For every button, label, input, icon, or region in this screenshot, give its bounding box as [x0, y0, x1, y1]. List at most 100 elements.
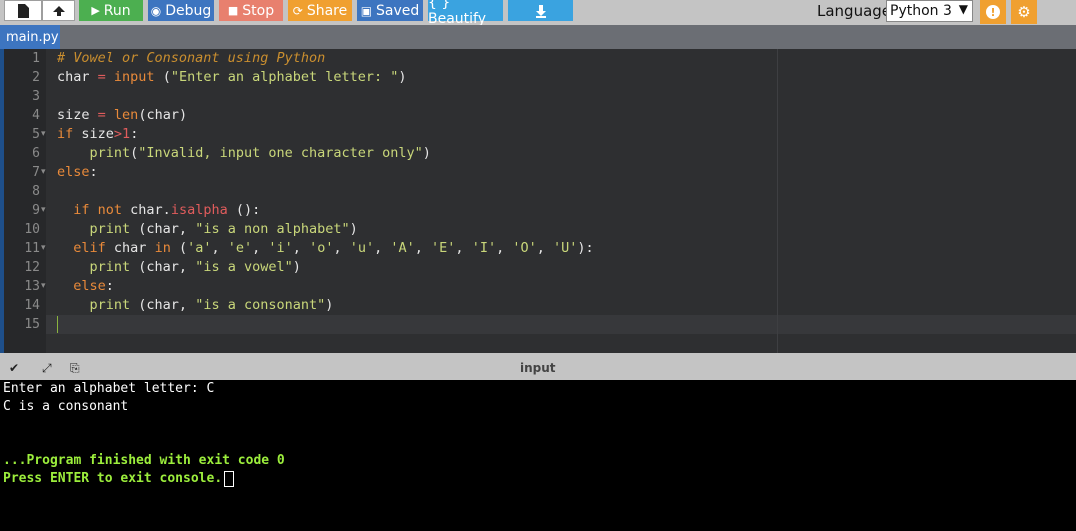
tab-main-py[interactable]: main.py — [0, 25, 60, 49]
code-token: char — [105, 240, 155, 256]
code-line-4: size = len(char) — [57, 106, 187, 125]
language-value: Python 3 — [890, 3, 952, 19]
line-number: 2 — [32, 70, 40, 85]
fold-toggle-icon[interactable]: ▾ — [41, 239, 46, 258]
code-token: = — [97, 69, 106, 85]
code-token: # Vowel or Consonant using Python — [57, 50, 326, 66]
code-line-12: print (char, "is a vowel") — [57, 258, 301, 277]
beautify-label: { } Beautify — [428, 0, 487, 27]
code-token: else — [73, 278, 106, 294]
line-number: 11 — [24, 241, 40, 256]
code-token: 'e' — [227, 240, 253, 256]
line-number: 7 — [32, 165, 40, 180]
code-token: print — [89, 259, 131, 275]
fold-toggle-icon[interactable]: ▾ — [41, 277, 46, 296]
active-line-highlight — [46, 315, 1076, 334]
code-token: 'u' — [349, 240, 375, 256]
line-number: 1 — [32, 51, 40, 66]
code-line-14: print (char, "is a consonant") — [57, 296, 334, 315]
file-icon — [18, 3, 29, 18]
line-number: 15 — [24, 317, 40, 332]
debug-icon: ◉ — [150, 3, 162, 18]
code-line-5: if size>1: — [57, 125, 138, 144]
code-token: 1 — [122, 126, 131, 142]
code-line-9: if not char.isalpha (): — [57, 201, 260, 220]
code-token: , — [414, 240, 432, 256]
info-button[interactable]: ! — [980, 0, 1006, 24]
console-prompt-line: Press ENTER to exit console. — [3, 470, 235, 488]
code-token: > — [113, 126, 123, 142]
code-token: if not — [73, 202, 123, 218]
code-token: 'U' — [553, 240, 578, 256]
text-caret — [57, 316, 58, 333]
saved-label: Saved — [376, 2, 420, 19]
stop-button[interactable]: ■ Stop — [219, 0, 283, 21]
toolbar: ▶ Run ◉ Debug ■ Stop ⟳ Share ▣ Saved { }… — [0, 0, 1076, 27]
run-button[interactable]: ▶ Run — [79, 0, 143, 21]
run-label: Run — [103, 2, 131, 19]
beautify-button[interactable]: { } Beautify — [428, 0, 503, 27]
fold-toggle-icon[interactable]: ▾ — [41, 125, 46, 144]
code-line-1: # Vowel or Consonant using Python — [57, 49, 325, 68]
code-token: = — [97, 107, 106, 123]
copy-icon[interactable]: ⎘ — [70, 361, 80, 376]
code-token: "Enter an alphabet letter: " — [170, 69, 399, 85]
line-number: 4 — [32, 108, 40, 123]
share-button[interactable]: ⟳ Share — [288, 0, 352, 21]
code-token: (char, — [130, 297, 196, 313]
collapse-icon[interactable]: ✔ — [9, 361, 19, 375]
code-token: "Invalid, input one character only" — [138, 145, 423, 161]
saved-button[interactable]: ▣ Saved — [357, 0, 423, 21]
code-token: print — [89, 221, 131, 237]
expand-icon[interactable]: ⤢ — [42, 361, 52, 376]
line-number: 10 — [24, 222, 40, 237]
new-file-button[interactable] — [4, 0, 42, 21]
file-tab-bar: main.py — [0, 25, 1076, 49]
code-token: (): — [227, 202, 261, 218]
console-title: input — [520, 361, 556, 375]
code-token: size — [73, 126, 114, 142]
code-line-6: print("Invalid, input one character only… — [57, 144, 431, 163]
code-token: : — [130, 126, 139, 142]
info-icon: ! — [986, 5, 1000, 19]
code-token: "is a consonant" — [195, 297, 326, 313]
fold-toggle-icon[interactable]: ▾ — [41, 201, 46, 220]
tab-filename: main.py — [6, 29, 59, 45]
code-token: "is a vowel" — [195, 259, 293, 275]
code-token: , — [455, 240, 472, 256]
gear-icon: ⚙ — [1017, 3, 1031, 21]
code-token: ( — [170, 240, 188, 256]
code-line-13: else: — [57, 277, 114, 296]
debug-button[interactable]: ◉ Debug — [148, 0, 214, 21]
code-token: 'o' — [309, 240, 334, 256]
download-icon — [535, 4, 546, 18]
settings-button[interactable]: ⚙ — [1011, 0, 1037, 24]
code-token: elif — [73, 240, 106, 256]
code-token: in — [154, 240, 171, 256]
code-token: char. — [122, 202, 171, 218]
code-token: ) — [422, 145, 431, 161]
download-button[interactable] — [508, 0, 573, 21]
chevron-down-icon: ▼ — [958, 2, 968, 16]
console-line: Press ENTER to exit console. — [3, 471, 223, 486]
code-token: print — [89, 145, 131, 161]
code-token: (char) — [138, 107, 188, 123]
code-token: 'A' — [390, 240, 415, 256]
fold-toggle-icon[interactable]: ▾ — [41, 163, 46, 182]
code-line-2: char = input ("Enter an alphabet letter:… — [57, 68, 407, 87]
upload-button[interactable] — [42, 0, 75, 21]
code-token: ( — [154, 69, 171, 85]
language-select[interactable]: Python 3 ▼ — [886, 0, 973, 22]
line-number: 12 — [24, 260, 40, 275]
code-token: 'a' — [187, 240, 212, 256]
line-number: 13 — [24, 279, 40, 294]
console-output[interactable]: Enter an alphabet letter: C C is a conso… — [0, 380, 1076, 531]
code-token: 'E' — [431, 240, 456, 256]
code-editor[interactable]: 1 2 3 4 5 6 7 8 9 10 11 12 13 14 15 ▾ ▾ … — [0, 49, 1076, 353]
language-label: Language — [817, 2, 892, 20]
code-token: print — [89, 297, 131, 313]
